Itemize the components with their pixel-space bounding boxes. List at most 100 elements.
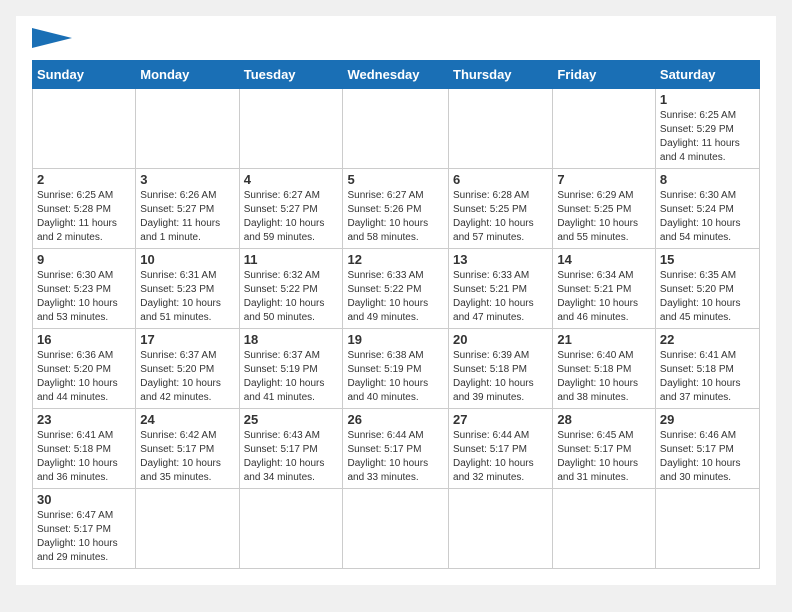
- day-info: Sunrise: 6:33 AM Sunset: 5:21 PM Dayligh…: [453, 269, 548, 325]
- weekday-header: Tuesday: [239, 61, 343, 89]
- day-number: 21: [557, 332, 651, 347]
- page: SundayMondayTuesdayWednesdayThursdayFrid…: [16, 16, 776, 585]
- calendar-cell: 24 Sunrise: 6:42 AM Sunset: 5:17 PM Dayli…: [136, 409, 239, 489]
- day-number: 27: [453, 412, 548, 427]
- day-number: 1: [660, 92, 755, 107]
- day-number: 2: [37, 172, 131, 187]
- day-number: 14: [557, 252, 651, 267]
- day-number: 29: [660, 412, 755, 427]
- calendar-cell: 16 Sunrise: 6:36 AM Sunset: 5:20 PM Dayli…: [33, 329, 136, 409]
- day-info: Sunrise: 6:38 AM Sunset: 5:19 PM Dayligh…: [347, 349, 444, 405]
- calendar-cell: 2 Sunrise: 6:25 AM Sunset: 5:28 PM Daylig…: [33, 169, 136, 249]
- calendar-cell: 21 Sunrise: 6:40 AM Sunset: 5:18 PM Dayli…: [553, 329, 656, 409]
- day-info: Sunrise: 6:28 AM Sunset: 5:25 PM Dayligh…: [453, 189, 548, 245]
- calendar-cell: 26Sunrise: 6:44 AM Sunset: 5:17 PM Dayli…: [343, 409, 449, 489]
- weekday-header: Friday: [553, 61, 656, 89]
- calendar-cell: [655, 489, 759, 569]
- day-info: Sunrise: 6:43 AM Sunset: 5:17 PM Dayligh…: [244, 429, 339, 485]
- day-info: Sunrise: 6:36 AM Sunset: 5:20 PM Dayligh…: [37, 349, 131, 405]
- calendar-cell: 23Sunrise: 6:41 AM Sunset: 5:18 PM Dayli…: [33, 409, 136, 489]
- calendar-cell: [239, 489, 343, 569]
- day-info: Sunrise: 6:40 AM Sunset: 5:18 PM Dayligh…: [557, 349, 651, 405]
- weekday-header: Sunday: [33, 61, 136, 89]
- calendar-cell: 1 Sunrise: 6:25 AM Sunset: 5:29 PM Daylig…: [655, 89, 759, 169]
- calendar-cell: 27 Sunrise: 6:44 AM Sunset: 5:17 PM Dayli…: [449, 409, 553, 489]
- day-info: Sunrise: 6:31 AM Sunset: 5:23 PM Dayligh…: [140, 269, 234, 325]
- calendar-table: SundayMondayTuesdayWednesdayThursdayFrid…: [32, 60, 760, 569]
- day-number: 9: [37, 252, 131, 267]
- calendar-week-row: 1 Sunrise: 6:25 AM Sunset: 5:29 PM Daylig…: [33, 89, 760, 169]
- calendar-cell: [343, 489, 449, 569]
- day-number: 30: [37, 492, 131, 507]
- day-number: 25: [244, 412, 339, 427]
- day-number: 26: [347, 412, 444, 427]
- day-info: Sunrise: 6:27 AM Sunset: 5:26 PM Dayligh…: [347, 189, 444, 245]
- logo-icon: [32, 28, 72, 48]
- day-number: 6: [453, 172, 548, 187]
- day-number: 22: [660, 332, 755, 347]
- calendar-cell: 7Sunrise: 6:29 AM Sunset: 5:25 PM Daylig…: [553, 169, 656, 249]
- calendar-week-row: 9 Sunrise: 6:30 AM Sunset: 5:23 PM Daylig…: [33, 249, 760, 329]
- day-info: Sunrise: 6:34 AM Sunset: 5:21 PM Dayligh…: [557, 269, 651, 325]
- calendar-cell: 4Sunrise: 6:27 AM Sunset: 5:27 PM Daylig…: [239, 169, 343, 249]
- calendar-cell: 12Sunrise: 6:33 AM Sunset: 5:22 PM Dayli…: [343, 249, 449, 329]
- weekday-header: Monday: [136, 61, 239, 89]
- header: [32, 32, 760, 48]
- day-number: 19: [347, 332, 444, 347]
- day-number: 13: [453, 252, 548, 267]
- day-number: 5: [347, 172, 444, 187]
- day-info: Sunrise: 6:33 AM Sunset: 5:22 PM Dayligh…: [347, 269, 444, 325]
- calendar-week-row: 2 Sunrise: 6:25 AM Sunset: 5:28 PM Daylig…: [33, 169, 760, 249]
- day-info: Sunrise: 6:27 AM Sunset: 5:27 PM Dayligh…: [244, 189, 339, 245]
- weekday-header: Saturday: [655, 61, 759, 89]
- day-info: Sunrise: 6:25 AM Sunset: 5:29 PM Dayligh…: [660, 109, 755, 165]
- day-number: 17: [140, 332, 234, 347]
- day-number: 23: [37, 412, 131, 427]
- day-info: Sunrise: 6:25 AM Sunset: 5:28 PM Dayligh…: [37, 189, 131, 245]
- day-number: 8: [660, 172, 755, 187]
- day-number: 16: [37, 332, 131, 347]
- calendar-cell: 5 Sunrise: 6:27 AM Sunset: 5:26 PM Daylig…: [343, 169, 449, 249]
- calendar-cell: 25 Sunrise: 6:43 AM Sunset: 5:17 PM Dayli…: [239, 409, 343, 489]
- calendar-cell: [449, 489, 553, 569]
- calendar-cell: 15Sunrise: 6:35 AM Sunset: 5:20 PM Dayli…: [655, 249, 759, 329]
- day-info: Sunrise: 6:30 AM Sunset: 5:24 PM Dayligh…: [660, 189, 755, 245]
- day-info: Sunrise: 6:37 AM Sunset: 5:19 PM Dayligh…: [244, 349, 339, 405]
- day-info: Sunrise: 6:44 AM Sunset: 5:17 PM Dayligh…: [453, 429, 548, 485]
- day-info: Sunrise: 6:30 AM Sunset: 5:23 PM Dayligh…: [37, 269, 131, 325]
- day-number: 11: [244, 252, 339, 267]
- day-info: Sunrise: 6:29 AM Sunset: 5:25 PM Dayligh…: [557, 189, 651, 245]
- calendar-cell: 6 Sunrise: 6:28 AM Sunset: 5:25 PM Daylig…: [449, 169, 553, 249]
- calendar-cell: 3Sunrise: 6:26 AM Sunset: 5:27 PM Daylig…: [136, 169, 239, 249]
- day-number: 18: [244, 332, 339, 347]
- calendar-week-row: 16 Sunrise: 6:36 AM Sunset: 5:20 PM Dayli…: [33, 329, 760, 409]
- calendar-cell: [239, 89, 343, 169]
- calendar-cell: [136, 89, 239, 169]
- calendar-cell: 22Sunrise: 6:41 AM Sunset: 5:18 PM Dayli…: [655, 329, 759, 409]
- weekday-header: Wednesday: [343, 61, 449, 89]
- calendar-cell: 18 Sunrise: 6:37 AM Sunset: 5:19 PM Dayli…: [239, 329, 343, 409]
- calendar-cell: 20 Sunrise: 6:39 AM Sunset: 5:18 PM Dayli…: [449, 329, 553, 409]
- day-info: Sunrise: 6:35 AM Sunset: 5:20 PM Dayligh…: [660, 269, 755, 325]
- day-number: 20: [453, 332, 548, 347]
- day-info: Sunrise: 6:39 AM Sunset: 5:18 PM Dayligh…: [453, 349, 548, 405]
- calendar-week-row: 30Sunrise: 6:47 AM Sunset: 5:17 PM Dayli…: [33, 489, 760, 569]
- day-number: 28: [557, 412, 651, 427]
- day-number: 10: [140, 252, 234, 267]
- day-info: Sunrise: 6:26 AM Sunset: 5:27 PM Dayligh…: [140, 189, 234, 245]
- day-info: Sunrise: 6:32 AM Sunset: 5:22 PM Dayligh…: [244, 269, 339, 325]
- calendar-cell: [449, 89, 553, 169]
- calendar-cell: 11 Sunrise: 6:32 AM Sunset: 5:22 PM Dayli…: [239, 249, 343, 329]
- weekday-header: Thursday: [449, 61, 553, 89]
- calendar-cell: 9 Sunrise: 6:30 AM Sunset: 5:23 PM Daylig…: [33, 249, 136, 329]
- calendar-cell: 17 Sunrise: 6:37 AM Sunset: 5:20 PM Dayli…: [136, 329, 239, 409]
- calendar-cell: 8 Sunrise: 6:30 AM Sunset: 5:24 PM Daylig…: [655, 169, 759, 249]
- day-info: Sunrise: 6:42 AM Sunset: 5:17 PM Dayligh…: [140, 429, 234, 485]
- calendar-week-row: 23Sunrise: 6:41 AM Sunset: 5:18 PM Dayli…: [33, 409, 760, 489]
- calendar-cell: [33, 89, 136, 169]
- day-info: Sunrise: 6:37 AM Sunset: 5:20 PM Dayligh…: [140, 349, 234, 405]
- calendar-cell: 29Sunrise: 6:46 AM Sunset: 5:17 PM Dayli…: [655, 409, 759, 489]
- calendar-cell: [343, 89, 449, 169]
- day-number: 24: [140, 412, 234, 427]
- logo: [32, 32, 72, 48]
